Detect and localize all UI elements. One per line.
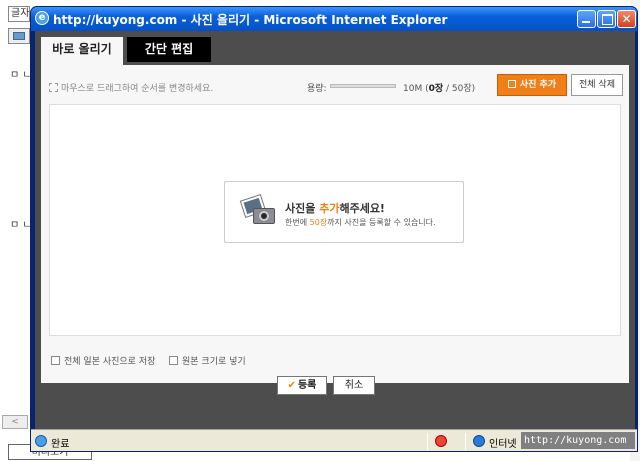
drag-icon <box>49 83 58 92</box>
add-photo-prompt[interactable]: 사진을 추가해주세요! 한번에 50장까지 사진을 등록할 수 있습니다. <box>224 181 464 243</box>
capacity-text: 10M (0장 / 50장) <box>403 84 476 94</box>
status-text: 완료 <box>51 439 70 450</box>
status-divider <box>427 433 428 450</box>
upload-popup-window: e http://kuyong.com - 사진 올리기 - Microsoft… <box>30 6 638 452</box>
status-bar: 완료 인터넷 http://kuyong.com <box>31 429 637 451</box>
save-original-option[interactable]: 전체 일본 사진으로 저장 <box>51 354 155 367</box>
capacity-label: 용량: <box>307 84 327 94</box>
minimize-icon[interactable] <box>577 10 596 28</box>
prompt-subtitle: 한번에 50장까지 사진을 등록할 수 있습니다. <box>285 218 436 227</box>
close-icon[interactable]: ✕ <box>617 10 636 28</box>
background-tag-field[interactable]: 글자 <box>8 6 30 22</box>
ie-icon: e <box>35 11 49 25</box>
background-image-button[interactable] <box>8 28 30 44</box>
page-status-icon <box>35 435 47 447</box>
tab-simple-edit[interactable]: 간단 편집 <box>127 37 211 62</box>
photo-drop-area[interactable]: 사진을 추가해주세요! 한번에 50장까지 사진을 등록할 수 있습니다. <box>49 104 621 336</box>
background-bullet-text: ㅁ ㄴ <box>10 70 32 81</box>
add-photo-icon <box>507 80 516 88</box>
window-titlebar[interactable]: e http://kuyong.com - 사진 올리기 - Microsoft… <box>31 7 637 31</box>
status-divider <box>465 433 466 450</box>
original-size-label: 원본 크기로 넣기 <box>182 357 246 367</box>
save-original-checkbox[interactable] <box>51 356 60 365</box>
background-bullet-text: ㅁ ㄴ <box>10 220 32 231</box>
security-zone-label: 인터넷 <box>489 439 517 450</box>
register-button[interactable]: ✔ 등록 <box>277 376 327 395</box>
check-icon: ✔ <box>287 380 296 391</box>
maximize-icon[interactable] <box>597 10 616 28</box>
drag-hint: 마우스로 드래그하여 순서를 변경하세요. <box>49 81 213 94</box>
drag-hint-text: 마우스로 드래그하여 순서를 변경하세요. <box>61 84 214 94</box>
image-icon <box>13 32 25 40</box>
add-photo-button[interactable]: 사진 추가 <box>497 74 567 96</box>
prompt-title: 사진을 추가해주세요! <box>285 202 385 215</box>
url-tooltip: http://kuyong.com <box>521 432 635 449</box>
capacity-max: 50장 <box>451 84 472 94</box>
popup-blocker-icon[interactable] <box>435 435 447 447</box>
background-scroll-left-arrow[interactable]: < <box>2 415 28 429</box>
capacity-size: 10M <box>403 84 423 94</box>
delete-all-button[interactable]: 전체 삭제 <box>571 74 623 96</box>
original-size-option[interactable]: 원본 크기로 넣기 <box>169 354 246 367</box>
internet-zone-icon <box>473 435 485 447</box>
popup-content: 바로 올리기 간단 편집 마우스로 드래그하여 순서를 변경하세요. 용량: 1… <box>35 31 635 429</box>
camera-icon <box>241 195 277 226</box>
save-original-label: 전체 일본 사진으로 저장 <box>64 357 156 367</box>
original-size-checkbox[interactable] <box>169 356 178 365</box>
window-title: http://kuyong.com - 사진 올리기 - Microsoft I… <box>53 13 448 27</box>
add-photo-label: 사진 추가 <box>519 80 557 90</box>
cancel-button[interactable]: 취소 <box>333 376 375 395</box>
tab-direct-upload[interactable]: 바로 올리기 <box>41 37 123 65</box>
capacity-count: 0장 <box>428 84 444 94</box>
capacity-progress-bar <box>330 84 396 88</box>
upload-panel: 마우스로 드래그하여 순서를 변경하세요. 용량: 10M (0장 / 50장)… <box>41 65 629 383</box>
register-label: 등록 <box>297 380 317 391</box>
